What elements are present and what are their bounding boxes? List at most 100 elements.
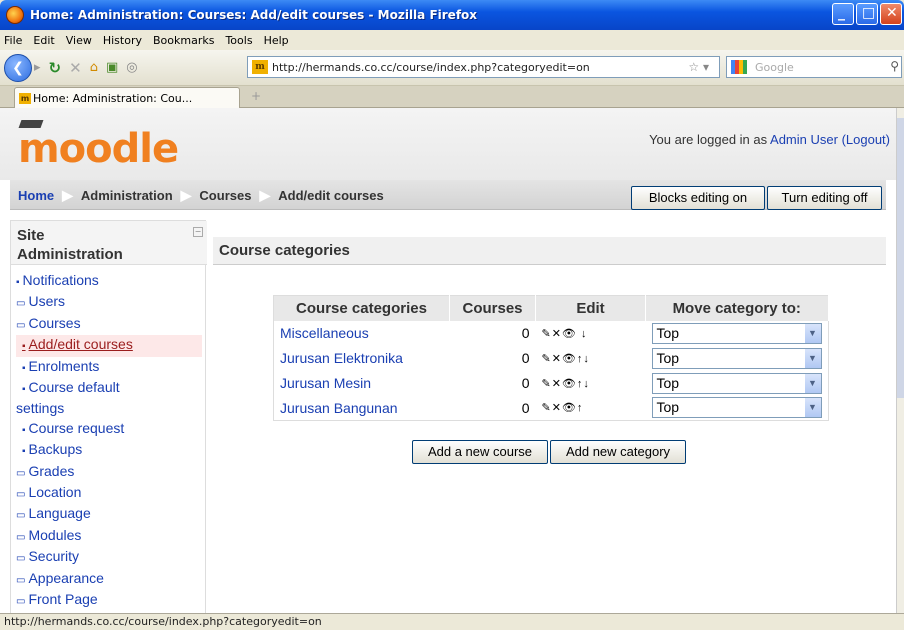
search-bar[interactable]: Google ⚲	[726, 56, 902, 78]
category-name-link[interactable]: Jurusan Elektronika	[274, 346, 450, 371]
menu-bar: File Edit View History Bookmarks Tools H…	[0, 30, 904, 50]
sidebar-item-label: Front Page	[28, 591, 98, 608]
new-tab-button[interactable]: +	[246, 89, 266, 106]
maximize-button[interactable]: □	[856, 3, 878, 25]
course-count: 0	[521, 325, 530, 341]
table-row: Jurusan Mesin 0 ✎✕👁↑↓ Top ▼	[274, 371, 829, 396]
sidebar-item[interactable]: settings	[16, 399, 202, 418]
sidebar-item[interactable]: ▪ Backups	[16, 440, 202, 461]
edit-icons[interactable]: ✎✕👁↑↓	[536, 346, 646, 371]
bullet-icon: ▪	[22, 362, 26, 374]
menu-bookmarks[interactable]: Bookmarks	[153, 34, 214, 47]
folder-icon: ▭	[16, 553, 26, 565]
chevron-down-icon[interactable]: ▼	[804, 323, 821, 343]
breadcrumb-home[interactable]: Home	[18, 188, 54, 203]
menu-file[interactable]: File	[4, 34, 22, 47]
sidebar-item[interactable]: ▭ Appearance	[16, 569, 202, 590]
sidebar-item-label: Courses	[28, 314, 81, 331]
move-category-select[interactable]: Top ▼	[651, 397, 822, 419]
select-value: Top	[656, 349, 680, 366]
add-new-category-button[interactable]: Add new category	[550, 440, 686, 464]
action-buttons: Add a new course Add new category	[412, 440, 686, 464]
status-text: http://hermands.co.cc/course/index.php?c…	[4, 615, 322, 628]
breadcrumb-administration[interactable]: Administration	[81, 188, 173, 203]
sidebar-item[interactable]: ▪ Course default	[16, 378, 202, 399]
move-category-select[interactable]: Top ▼	[651, 372, 822, 394]
sidebar-item-label: Modules	[28, 526, 82, 543]
menu-help[interactable]: Help	[264, 34, 289, 47]
user-link[interactable]: Admin User	[770, 132, 838, 147]
sidebar-item[interactable]: ▭ Front Page	[16, 590, 202, 611]
sidebar-item[interactable]: ▭ Language	[16, 504, 202, 525]
category-name-link[interactable]: Jurusan Bangunan	[274, 396, 450, 421]
turn-editing-off-button[interactable]: Turn editing off	[767, 186, 882, 210]
move-category-select[interactable]: Top ▼	[651, 322, 822, 344]
move-category-select[interactable]: Top ▼	[651, 347, 822, 369]
chevron-down-icon[interactable]: ▼	[804, 373, 821, 393]
minimize-button[interactable]: _	[832, 3, 854, 25]
window-controls: _ □ ✕	[832, 3, 902, 25]
section-title: Course categories	[219, 242, 350, 259]
collapse-block-icon[interactable]: −	[193, 227, 203, 237]
bookmark-star-icon[interactable]: ☆ ▾	[688, 60, 709, 74]
menu-tools[interactable]: Tools	[225, 34, 252, 47]
edit-icons[interactable]: ✎✕👁 ↓	[536, 321, 646, 346]
url-bar[interactable]: m http://hermands.co.cc/course/index.php…	[247, 56, 720, 78]
sidebar-item[interactable]: ▪ Add/edit courses	[16, 335, 202, 357]
history-icon[interactable]: ◎	[126, 60, 137, 75]
move-cell: Top ▼	[646, 371, 829, 396]
sidebar-item[interactable]: ▭ Modules	[16, 526, 202, 547]
page-header: moodle You are logged in as Admin User (…	[0, 108, 896, 180]
breadcrumb-courses[interactable]: Courses	[199, 188, 251, 203]
window-title-bar: Home: Administration: Courses: Add/edit …	[0, 0, 904, 30]
add-new-course-button[interactable]: Add a new course	[412, 440, 548, 464]
folder-icon: ▭	[16, 574, 26, 586]
folder-icon: ▭	[16, 510, 26, 522]
block-header: Site Administration −	[11, 221, 207, 265]
forward-button[interactable]: ▸	[34, 60, 41, 75]
chevron-down-icon[interactable]: ▼	[804, 398, 821, 418]
moodle-logo[interactable]: moodle	[18, 120, 179, 172]
folder-icon: ▭	[16, 298, 26, 310]
stop-button[interactable]: ✕	[69, 59, 82, 77]
reload-button[interactable]: ↻	[49, 59, 62, 77]
section-header: Course categories	[213, 237, 886, 265]
sidebar-item[interactable]: ▪ Course request	[16, 419, 202, 440]
addon-icon[interactable]: ▣	[106, 60, 118, 75]
category-name-link[interactable]: Jurusan Mesin	[274, 371, 450, 396]
sidebar-item[interactable]: ▭ Users	[16, 292, 202, 313]
edit-icons[interactable]: ✎✕👁↑↓	[536, 371, 646, 396]
sidebar-item[interactable]: ▭ Location	[16, 483, 202, 504]
vertical-scrollbar[interactable]	[896, 108, 904, 613]
sidebar-item[interactable]: ▪ Enrolments	[16, 357, 202, 378]
bullet-icon: ▪	[22, 446, 26, 458]
sidebar-item[interactable]: ▭ Security	[16, 547, 202, 568]
menu-edit[interactable]: Edit	[33, 34, 54, 47]
sidebar-item[interactable]: ▭ Grades	[16, 462, 202, 483]
block-title-line2: Administration	[17, 246, 123, 263]
sidebar-item[interactable]: ▭ Courses	[16, 314, 202, 335]
bullet-icon: ▪	[16, 277, 20, 288]
menu-history[interactable]: History	[103, 34, 142, 47]
edit-icons[interactable]: ✎✕👁↑	[536, 396, 646, 421]
close-button[interactable]: ✕	[880, 3, 902, 25]
folder-icon: ▭	[16, 467, 26, 479]
sidebar-item[interactable]: ▪ Notifications	[16, 271, 202, 292]
chevron-down-icon[interactable]: ▼	[804, 348, 821, 368]
navigation-toolbar: ❮ ▸ ↻ ✕ ⌂ ▣ ◎ m http://hermands.co.cc/co…	[0, 50, 904, 86]
url-text[interactable]: http://hermands.co.cc/course/index.php?c…	[272, 61, 590, 74]
search-icon[interactable]: ⚲	[890, 59, 899, 73]
tab-current[interactable]: m Home: Administration: Cou...	[14, 87, 240, 108]
google-icon[interactable]	[731, 60, 747, 74]
scrollbar-thumb[interactable]	[897, 118, 904, 398]
back-button[interactable]: ❮	[4, 53, 32, 82]
home-button[interactable]: ⌂	[90, 60, 98, 75]
folder-icon: ▭	[16, 489, 26, 501]
category-name-link[interactable]: Miscellaneous	[274, 321, 450, 346]
logout-link[interactable]: (Logout)	[842, 132, 890, 147]
block-title: Site Administration	[17, 226, 123, 264]
col-header-move: Move category to:	[645, 295, 829, 321]
blocks-editing-button[interactable]: Blocks editing on	[631, 186, 765, 210]
menu-view[interactable]: View	[66, 34, 92, 47]
col-header-courses: Courses	[449, 295, 536, 321]
